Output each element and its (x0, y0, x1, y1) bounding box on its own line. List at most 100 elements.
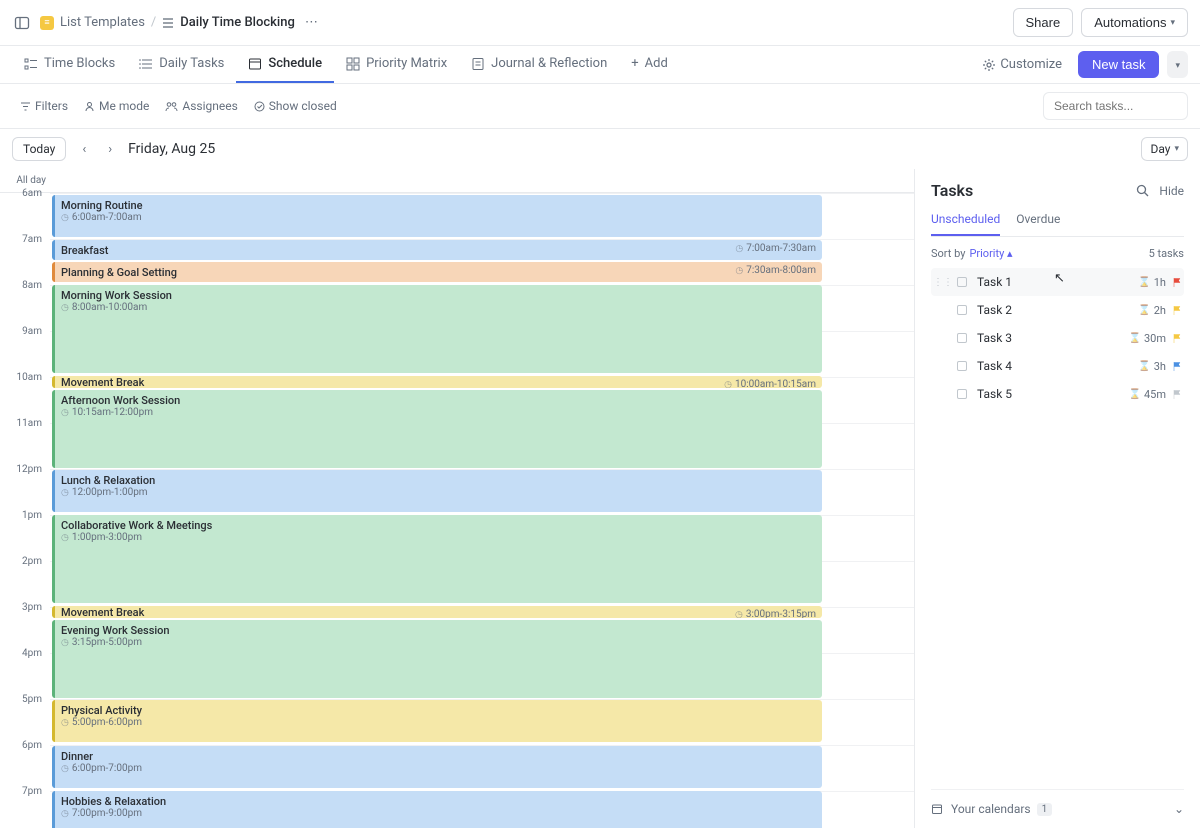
search-icon (1136, 184, 1149, 197)
task-name: Task 5 (977, 387, 1129, 401)
task-item[interactable]: ⋮⋮Task 5⌛45m (931, 380, 1184, 408)
priority-flag-icon[interactable] (1172, 305, 1182, 315)
sidebar-toggle-button[interactable] (12, 13, 32, 33)
task-checkbox[interactable] (957, 277, 967, 287)
event-time: ◷3:15pm-5:00pm (61, 637, 816, 648)
task-checkbox[interactable] (957, 361, 967, 371)
view-icon (248, 57, 262, 71)
hour-label: 6am (0, 188, 50, 234)
view-tab-schedule[interactable]: Schedule (236, 46, 334, 83)
breadcrumb-current[interactable]: Daily Time Blocking (162, 15, 295, 30)
event-dinner[interactable]: Dinner◷6:00pm-7:00pm (52, 746, 822, 788)
current-date-label: Friday, Aug 25 (128, 141, 215, 157)
event-title: Breakfast (61, 244, 816, 257)
view-tab-journal-reflection[interactable]: Journal & Reflection (459, 46, 619, 83)
event-time: ◷12:00pm-1:00pm (61, 487, 816, 498)
task-checkbox[interactable] (957, 389, 967, 399)
task-item[interactable]: ⋮⋮Task 4⌛3h (931, 352, 1184, 380)
automations-button[interactable]: Automations ▾ (1081, 8, 1188, 37)
view-tab-time-blocks[interactable]: Time Blocks (12, 46, 127, 83)
event-title: Physical Activity (61, 704, 816, 717)
task-name: Task 2 (977, 303, 1138, 317)
event-afternoon-work-session[interactable]: Afternoon Work Session◷10:15am-12:00pm (52, 390, 822, 468)
filter-icon (20, 101, 31, 112)
person-icon (84, 101, 95, 112)
task-checkbox[interactable] (957, 333, 967, 343)
clock-icon: ◷ (61, 809, 69, 819)
task-item[interactable]: ⋮⋮Task 2⌛2h (931, 296, 1184, 324)
hour-label: 10am (0, 372, 50, 418)
event-time: ◷7:00am-7:30am (735, 243, 816, 254)
tasks-search-button[interactable] (1136, 184, 1149, 198)
hour-label: 7am (0, 234, 50, 280)
breadcrumb-parent[interactable]: List Templates (60, 15, 145, 30)
hour-label: 1pm (0, 510, 50, 556)
hide-panel-button[interactable]: Hide (1159, 184, 1184, 198)
customize-button[interactable]: Customize (974, 51, 1070, 78)
event-time: ◷5:00pm-6:00pm (61, 717, 816, 728)
event-morning-work-session[interactable]: Morning Work Session◷8:00am-10:00am (52, 285, 822, 373)
today-button[interactable]: Today (12, 137, 66, 161)
calendars-count-badge: 1 (1037, 803, 1053, 816)
view-tab-daily-tasks[interactable]: Daily Tasks (127, 46, 236, 83)
event-collaborative-work-meetings[interactable]: Collaborative Work & Meetings◷1:00pm-3:0… (52, 515, 822, 603)
view-mode-selector[interactable]: Day ▾ (1141, 137, 1188, 161)
more-menu-button[interactable]: ⋯ (301, 13, 322, 32)
task-tab-unscheduled[interactable]: Unscheduled (931, 212, 1000, 236)
filters-bar: Filters Me mode Assignees Show closed (0, 84, 1200, 129)
hourglass-icon: ⌛ (1129, 389, 1141, 400)
task-tab-overdue[interactable]: Overdue (1016, 212, 1060, 236)
event-title: Movement Break (61, 606, 816, 618)
task-item[interactable]: ⋮⋮Task 3⌛30m (931, 324, 1184, 352)
event-morning-routine[interactable]: Morning Routine◷6:00am-7:00am (52, 195, 822, 237)
list-icon (162, 17, 174, 29)
show-closed-button[interactable]: Show closed (246, 95, 345, 117)
drag-handle-icon[interactable]: ⋮⋮ (933, 277, 953, 288)
me-mode-button[interactable]: Me mode (76, 95, 157, 117)
your-calendars-button[interactable]: Your calendars (951, 802, 1031, 816)
new-task-dropdown-button[interactable]: ▾ (1167, 51, 1188, 78)
next-day-button[interactable]: › (102, 138, 118, 161)
allday-cell[interactable] (50, 169, 914, 191)
event-time: ◷8:00am-10:00am (61, 302, 816, 313)
view-icon (346, 57, 360, 71)
filters-button[interactable]: Filters (12, 95, 76, 117)
priority-flag-icon[interactable] (1172, 333, 1182, 343)
event-breakfast[interactable]: Breakfast◷7:00am-7:30am (52, 240, 822, 260)
people-icon (165, 101, 178, 112)
sort-value-button[interactable]: Priority ▴ (969, 247, 1012, 260)
event-title: Hobbies & Relaxation (61, 795, 816, 808)
clock-icon: ◷ (61, 488, 69, 498)
chevron-down-icon[interactable]: ⌄ (1174, 802, 1184, 816)
clock-icon: ◷ (61, 764, 69, 774)
priority-flag-icon[interactable] (1172, 389, 1182, 399)
hour-label: 9am (0, 326, 50, 372)
sort-by-label: Sort by (931, 247, 965, 260)
event-evening-work-session[interactable]: Evening Work Session◷3:15pm-5:00pm (52, 620, 822, 698)
priority-flag-icon[interactable] (1172, 361, 1182, 371)
event-hobbies-relaxation[interactable]: Hobbies & Relaxation◷7:00pm-9:00pm (52, 791, 822, 828)
allday-row: All day (0, 169, 914, 193)
event-physical-activity[interactable]: Physical Activity◷5:00pm-6:00pm (52, 700, 822, 742)
search-input[interactable] (1043, 92, 1188, 120)
hour-label: 2pm (0, 556, 50, 602)
assignees-button[interactable]: Assignees (157, 95, 245, 117)
add-view-button[interactable]: +Add (619, 46, 680, 83)
share-button[interactable]: Share (1013, 8, 1074, 37)
prev-day-button[interactable]: ‹ (76, 138, 92, 161)
task-checkbox[interactable] (957, 305, 967, 315)
event-movement-break[interactable]: Movement Break◷3:00pm-3:15pm (52, 606, 822, 618)
event-title: Afternoon Work Session (61, 394, 816, 407)
new-task-button[interactable]: New task (1078, 51, 1159, 78)
chevron-down-icon: ▾ (1175, 61, 1180, 71)
event-lunch-relaxation[interactable]: Lunch & Relaxation◷12:00pm-1:00pm (52, 470, 822, 512)
task-item[interactable]: ⋮⋮Task 1⌛1h↖ (931, 268, 1184, 296)
hour-label: 8am (0, 280, 50, 326)
priority-flag-icon[interactable] (1172, 277, 1182, 287)
event-planning-goal-setting[interactable]: Planning & Goal Setting◷7:30am-8:00am (52, 262, 822, 282)
event-title: Dinner (61, 750, 816, 763)
view-tab-priority-matrix[interactable]: Priority Matrix (334, 46, 459, 83)
task-duration: ⌛1h (1138, 276, 1166, 289)
breadcrumb-separator: / (151, 15, 156, 30)
event-movement-break[interactable]: Movement Break◷10:00am-10:15am (52, 376, 822, 388)
